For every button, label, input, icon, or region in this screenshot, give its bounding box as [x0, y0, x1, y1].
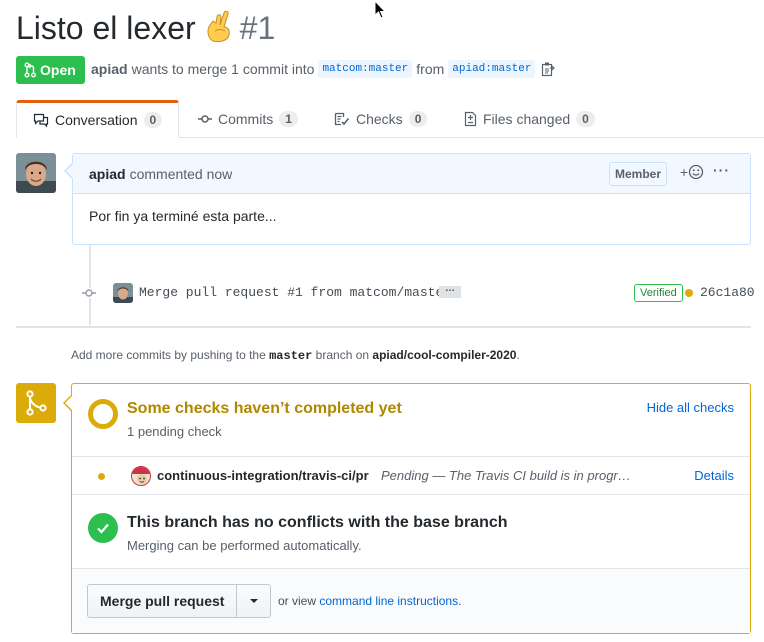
- tab-commits[interactable]: Commits 1: [198, 100, 298, 138]
- pr-author-link[interactable]: apiad: [91, 61, 128, 77]
- add-more-commits-note: Add more commits by pushing to the maste…: [71, 348, 520, 363]
- merge-box-arrow-inner: [65, 396, 72, 410]
- pr-title: Listo el lexer #1: [16, 10, 275, 47]
- tab-counter: 0: [408, 111, 428, 127]
- add-more-prefix: Add more commits by pushing to the: [71, 348, 266, 362]
- merge-pull-request-button[interactable]: Merge pull request: [88, 585, 238, 617]
- crossed-fingers-icon: [207, 11, 230, 43]
- merge-status-icon-box: [16, 383, 56, 423]
- tab-label: Files changed: [483, 111, 571, 127]
- check-description: Pending — The Travis CI build is in prog…: [381, 468, 631, 483]
- pr-merge-text: wants to merge 1 commit into: [131, 61, 315, 77]
- tab-label: Commits: [218, 111, 274, 127]
- tab-counter: 0: [143, 112, 163, 128]
- kebab-horizontal-icon[interactable]: ···: [713, 162, 730, 178]
- comment-body: Por fin ya terminé esta parte...: [89, 208, 277, 224]
- expand-commit-body-button[interactable]: …: [439, 284, 461, 298]
- file-diff-icon: [464, 111, 477, 127]
- comment-header: apiad commented now Member + ···: [73, 154, 750, 194]
- pr-meta: apiad wants to merge 1 commit into matco…: [91, 60, 556, 78]
- or-view-suffix: .: [458, 594, 462, 608]
- comment-discussion-icon: [33, 113, 49, 128]
- add-more-repo-link[interactable]: apiad/cool-compiler-2020: [372, 348, 516, 362]
- checks-summary: Some checks haven’t completed yet 1 pend…: [72, 384, 750, 456]
- commit-sha-link[interactable]: 26c1a80: [700, 285, 755, 300]
- add-reaction-button[interactable]: +: [680, 164, 704, 180]
- merge-button-group: Merge pull request: [87, 584, 272, 618]
- base-branch[interactable]: matcom:master: [318, 60, 413, 78]
- check-details-link[interactable]: Details: [694, 468, 734, 483]
- or-view-text: or view: [278, 594, 317, 608]
- comment-author[interactable]: apiad: [89, 166, 126, 182]
- check-row: continuous-integration/travis-ci/pr Pend…: [72, 456, 750, 494]
- clippy-icon[interactable]: [541, 61, 556, 77]
- plus-label: +: [679, 164, 688, 180]
- pr-tabs: Conversation 0 Commits 1 Checks 0 Files …: [16, 100, 764, 138]
- timeline-divider: [16, 326, 751, 328]
- merge-actions: Merge pull request or view command line …: [72, 568, 750, 633]
- checks-title: Some checks haven’t completed yet: [127, 400, 402, 417]
- merge-method-dropdown[interactable]: [237, 585, 270, 617]
- mouse-pointer-icon: [374, 0, 387, 19]
- check-circle-icon: [88, 513, 118, 543]
- tab-files-changed[interactable]: Files changed 0: [464, 100, 595, 138]
- add-more-suffix: .: [516, 348, 520, 362]
- avatar[interactable]: [16, 153, 56, 193]
- tab-checks[interactable]: Checks 0: [334, 100, 428, 138]
- tab-conversation[interactable]: Conversation 0: [16, 100, 180, 138]
- commit-author-avatar[interactable]: [113, 283, 133, 303]
- no-conflicts-title: This branch has no conflicts with the ba…: [127, 514, 508, 531]
- git-pull-request-icon: [24, 62, 36, 78]
- pr-state-badge: Open: [16, 56, 85, 84]
- check-name: continuous-integration/travis-ci/pr: [157, 468, 369, 483]
- pending-ring-icon: [88, 399, 118, 429]
- member-badge: Member: [608, 162, 667, 186]
- pending-dot-icon: [98, 473, 105, 480]
- git-commit-icon: [82, 288, 96, 298]
- git-commit-icon: [198, 115, 212, 123]
- commit-message-link[interactable]: Merge pull request #1 from matcom/master: [139, 285, 451, 300]
- comment-box: apiad commented now Member + ··· Por fin…: [72, 153, 751, 245]
- pr-from-text: from: [416, 61, 445, 77]
- pr-title-text: Listo el lexer: [16, 10, 196, 46]
- verified-badge[interactable]: Verified: [634, 284, 683, 302]
- smiley-icon: [688, 164, 704, 180]
- or-view-note: or view command line instructions.: [278, 594, 461, 608]
- avatar-image: [16, 153, 56, 193]
- command-line-instructions-link[interactable]: command line instructions: [319, 594, 458, 608]
- checklist-icon: [334, 112, 350, 126]
- no-conflicts-subtitle: Merging can be performed automatically.: [127, 538, 362, 553]
- comment-arrow-inner: [66, 164, 73, 178]
- merge-box: Some checks haven’t completed yet 1 pend…: [71, 383, 751, 634]
- commit-status-pending-icon[interactable]: [685, 289, 693, 297]
- add-more-middle: branch on: [315, 348, 370, 362]
- avatar-image: [113, 283, 133, 303]
- tab-label: Conversation: [55, 112, 138, 128]
- tab-label: Checks: [356, 111, 403, 127]
- git-merge-icon: [26, 390, 47, 416]
- triangle-down-icon: [249, 599, 258, 603]
- checks-subtitle: 1 pending check: [127, 424, 222, 439]
- pr-number: #1: [239, 10, 276, 46]
- tab-counter: 1: [279, 111, 298, 127]
- hide-all-checks-link[interactable]: Hide all checks: [647, 400, 734, 415]
- comment-timestamp[interactable]: commented now: [130, 166, 233, 182]
- tab-counter: 0: [576, 111, 595, 127]
- pr-state-label: Open: [40, 62, 76, 78]
- travis-ci-logo-icon: [131, 466, 151, 486]
- conflicts-section: This branch has no conflicts with the ba…: [72, 494, 750, 568]
- head-branch[interactable]: apiad:master: [448, 60, 536, 78]
- add-more-branch: master: [269, 349, 313, 363]
